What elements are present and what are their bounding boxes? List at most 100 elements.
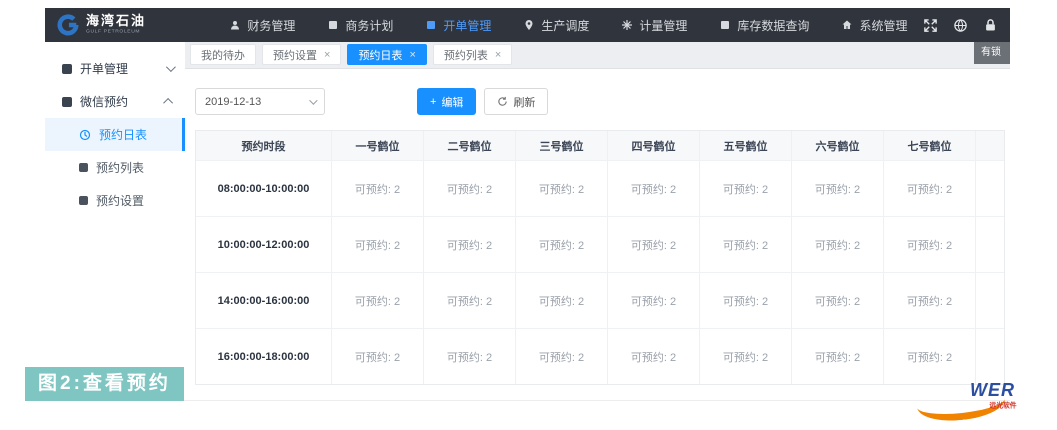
user-icon [229,19,241,31]
edit-button[interactable]: + 编辑 [417,88,476,115]
app-header: 海湾石油 GULF PETROLEUM 财务管理商务计划开单管理生产调度计量管理… [45,8,1010,42]
column-header: 三号鹤位 [515,131,607,160]
availability-cell[interactable]: 可预约: 2 [791,217,883,272]
availability-cell[interactable]: 可预约: 2 [883,329,975,384]
column-header: 预约时段 [196,131,331,160]
app-window: 海湾石油 GULF PETROLEUM 财务管理商务计划开单管理生产调度计量管理… [45,8,1010,401]
tab-预约日表[interactable]: 预约日表× [347,44,426,65]
availability-cell[interactable]: 可预约: 2 [423,329,515,384]
brand-title: 海湾石油 [86,14,173,27]
lock-tooltip: 有锁 [974,42,1010,64]
toolbar: 2019-12-13 + 编辑 刷新 [195,88,1000,115]
brand-g-icon [57,14,79,36]
close-icon[interactable]: × [324,49,330,61]
clock-icon [79,129,91,141]
availability-cell[interactable]: 可预约: 2 [699,217,791,272]
nav-item-财务管理[interactable]: 财务管理 [213,8,311,42]
table-body: 08:00:00-10:00:00可预约: 2可预约: 2可预约: 2可预约: … [196,160,1004,384]
availability-cell[interactable]: 可预约: 2 [791,161,883,216]
availability-cell[interactable]: 可预约: 2 [607,161,699,216]
fullscreen-icon[interactable] [923,18,938,33]
availability-cell[interactable]: 可预约: 2 [331,273,423,328]
sidebar-item-预约日表[interactable]: 预约日表 [45,118,185,151]
chevron-down-icon [166,62,176,72]
page: 海湾石油 GULF PETROLEUM 财务管理商务计划开单管理生产调度计量管理… [0,0,1057,430]
reservation-table: 预约时段一号鹤位二号鹤位三号鹤位四号鹤位五号鹤位六号鹤位七号鹤位 08:00:0… [195,130,1005,385]
nav-item-系统管理[interactable]: 系统管理 [825,8,923,42]
availability-cell[interactable]: 可预约: 2 [699,273,791,328]
nav-item-开单管理[interactable]: 开单管理 [409,8,507,42]
table-row: 10:00:00-12:00:00可预约: 2可预约: 2可预约: 2可预约: … [196,216,1004,272]
tab-我的待办[interactable]: 我的待办 [190,44,256,65]
sidebar: 开单管理微信预约预约日表预约列表预约设置 [45,42,185,400]
gauge-icon [621,19,633,31]
availability-cell[interactable]: 可预约: 2 [791,329,883,384]
sidebar-item-开单管理[interactable]: 开单管理 [45,52,185,85]
box-icon [719,19,731,31]
chevron-down-icon [309,96,317,104]
availability-cell[interactable]: 可预约: 2 [515,217,607,272]
nav-item-生产调度[interactable]: 生产调度 [507,8,605,42]
main-panel: 我的待办预约设置× 预约日表× 预约列表× 2019-12-13 + 编辑 [185,42,1010,400]
close-icon[interactable]: × [495,49,501,61]
globe-icon[interactable] [953,18,968,33]
date-select[interactable]: 2019-12-13 [195,88,325,115]
doc-icon [79,196,88,205]
table-row: 14:00:00-16:00:00可预约: 2可预约: 2可预约: 2可预约: … [196,272,1004,328]
folder-icon [62,97,72,107]
availability-cell[interactable]: 可预约: 2 [883,161,975,216]
refresh-button[interactable]: 刷新 [484,88,548,115]
doc-icon [79,163,88,172]
sidebar-item-微信预约[interactable]: 微信预约 [45,85,185,118]
nav-item-计量管理[interactable]: 计量管理 [605,8,703,42]
availability-cell[interactable]: 可预约: 2 [883,217,975,272]
column-header: 四号鹤位 [607,131,699,160]
tab-预约设置[interactable]: 预约设置× [262,44,341,65]
time-slot-cell: 10:00:00-12:00:00 [196,217,331,272]
availability-cell[interactable]: 可预约: 2 [699,329,791,384]
tab-预约列表[interactable]: 预约列表× [433,44,512,65]
sidebar-item-预约设置[interactable]: 预约设置 [45,184,185,217]
availability-cell[interactable]: 可预约: 2 [607,329,699,384]
lock-icon[interactable] [983,18,998,33]
figure-caption: 图2:查看预约 [25,367,184,401]
table-row: 08:00:00-10:00:00可预约: 2可预约: 2可预约: 2可预约: … [196,160,1004,216]
tab-strip: 我的待办预约设置× 预约日表× 预约列表× [185,42,1010,69]
availability-cell[interactable]: 可预约: 2 [331,217,423,272]
availability-cell[interactable]: 可预约: 2 [607,273,699,328]
brand-logo[interactable]: 海湾石油 GULF PETROLEUM [45,14,187,37]
home-icon [841,19,853,31]
availability-cell[interactable]: 可预约: 2 [423,273,515,328]
date-select-value: 2019-12-13 [205,96,261,108]
availability-cell[interactable]: 可预约: 2 [515,329,607,384]
table-row: 16:00:00-18:00:00可预约: 2可预约: 2可预约: 2可预约: … [196,328,1004,384]
column-header: 二号鹤位 [423,131,515,160]
close-icon[interactable]: × [409,49,415,61]
grid-icon [425,19,437,31]
availability-cell[interactable]: 可预约: 2 [331,329,423,384]
availability-cell[interactable]: 可预约: 2 [883,273,975,328]
nav-item-库存数据查询[interactable]: 库存数据查询 [703,8,825,42]
chevron-up-icon [163,98,173,108]
availability-cell[interactable]: 可预约: 2 [515,161,607,216]
brand-subtitle: GULF PETROLEUM [86,29,140,34]
folder-icon [62,64,72,74]
column-header: 七号鹤位 [883,131,975,160]
grid-icon [327,19,339,31]
top-nav: 财务管理商务计划开单管理生产调度计量管理库存数据查询系统管理 [213,8,923,42]
time-slot-cell: 08:00:00-10:00:00 [196,161,331,216]
watermark-subtext: 远光软件 [989,401,1016,410]
sidebar-item-预约列表[interactable]: 预约列表 [45,151,185,184]
availability-cell[interactable]: 可预约: 2 [607,217,699,272]
column-header: 五号鹤位 [699,131,791,160]
column-header: 六号鹤位 [791,131,883,160]
table-header-row: 预约时段一号鹤位二号鹤位三号鹤位四号鹤位五号鹤位六号鹤位七号鹤位 [196,131,1004,160]
availability-cell[interactable]: 可预约: 2 [423,217,515,272]
availability-cell[interactable]: 可预约: 2 [331,161,423,216]
refresh-icon [497,96,508,107]
availability-cell[interactable]: 可预约: 2 [423,161,515,216]
availability-cell[interactable]: 可预约: 2 [699,161,791,216]
availability-cell[interactable]: 可预约: 2 [791,273,883,328]
nav-item-商务计划[interactable]: 商务计划 [311,8,409,42]
availability-cell[interactable]: 可预约: 2 [515,273,607,328]
